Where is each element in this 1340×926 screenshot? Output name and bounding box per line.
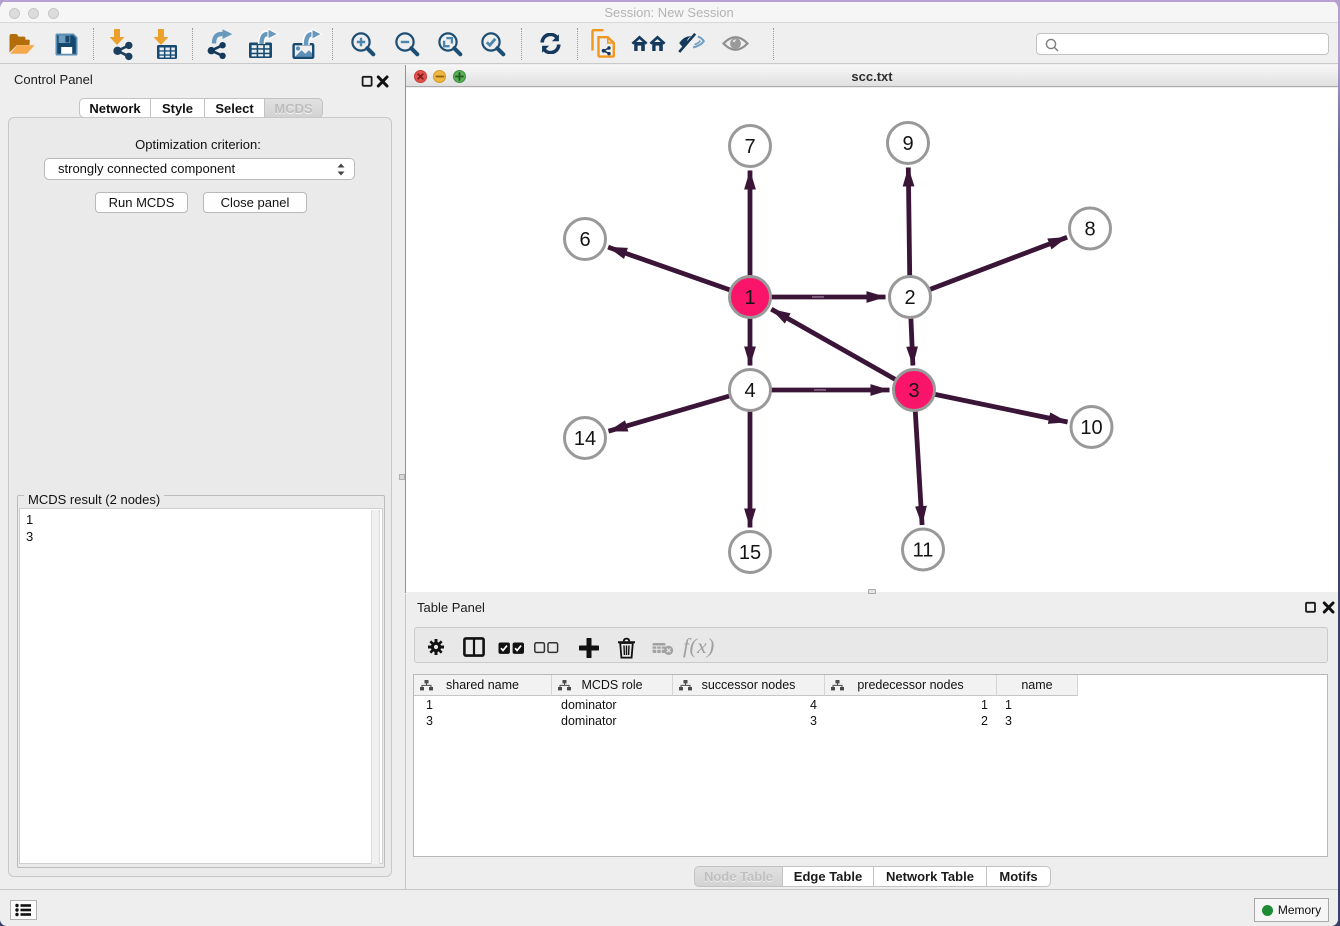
svg-text:10: 10 [1080, 417, 1102, 439]
svg-text:4: 4 [744, 380, 755, 402]
svg-text:9: 9 [902, 133, 913, 155]
svg-text:6: 6 [579, 229, 590, 251]
svg-text:14: 14 [574, 428, 596, 450]
svg-text:2: 2 [904, 287, 915, 309]
svg-text:1: 1 [744, 287, 755, 309]
svg-text:7: 7 [744, 136, 755, 158]
svg-text:15: 15 [739, 542, 761, 564]
svg-text:8: 8 [1084, 219, 1095, 241]
svg-text:3: 3 [908, 380, 919, 402]
svg-text:11: 11 [913, 540, 934, 562]
